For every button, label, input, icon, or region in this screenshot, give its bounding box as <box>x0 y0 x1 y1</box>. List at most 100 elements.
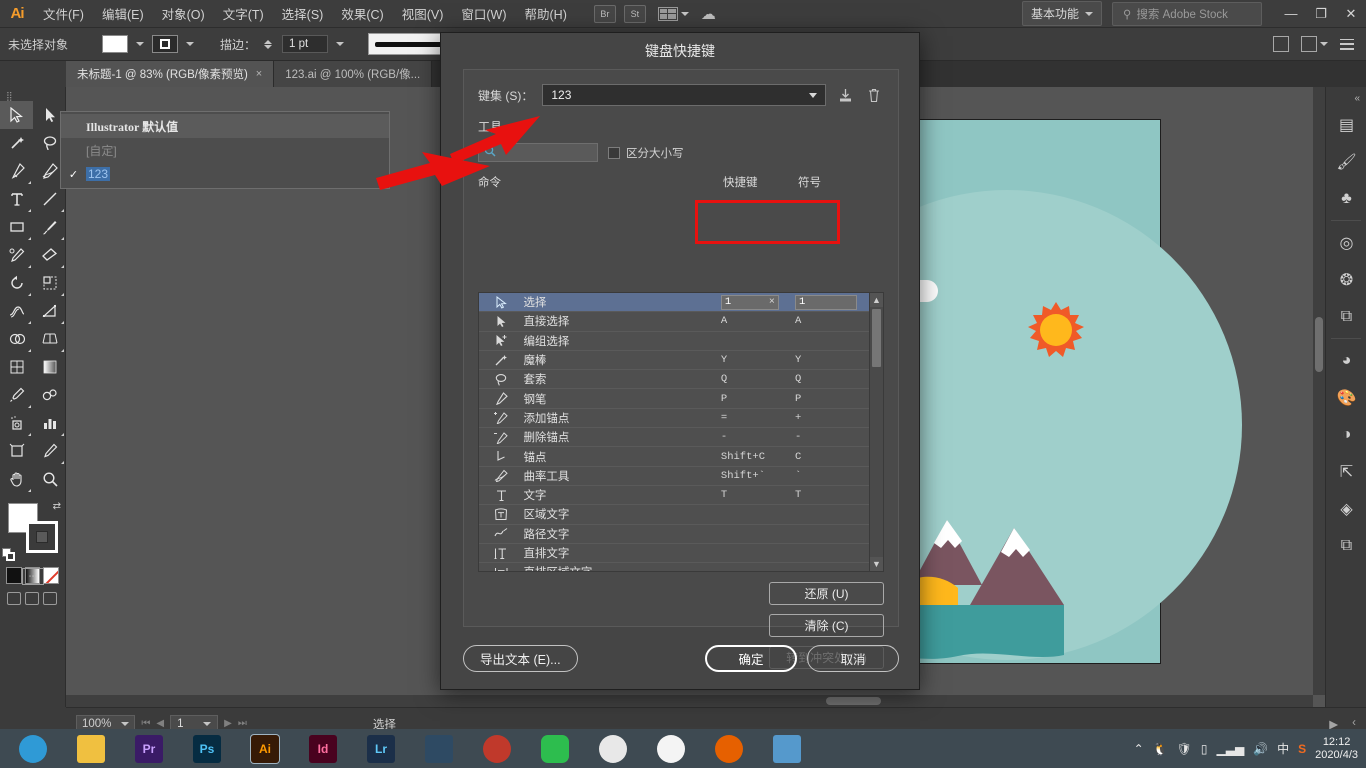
taskbar-item-illustrator[interactable]: Ai <box>236 729 294 768</box>
table-row[interactable]: 直排文字 <box>479 544 869 563</box>
artboard-nav-last[interactable]: ⏭ <box>238 718 247 729</box>
tool-slice[interactable] <box>33 437 66 465</box>
taskbar-item-wechat[interactable] <box>526 729 584 768</box>
tool-paintbrush[interactable] <box>33 213 66 241</box>
menu-edit[interactable]: 编辑(E) <box>93 0 153 27</box>
taskbar-item-premiere-pro[interactable]: Pr <box>120 729 178 768</box>
arrange-documents-button[interactable] <box>658 7 689 21</box>
artboard[interactable] <box>911 119 1161 664</box>
delete-keyset-icon[interactable] <box>864 85 884 105</box>
canvas-vertical-scrollbar[interactable] <box>1313 87 1325 695</box>
table-row[interactable]: 锚点 Shift+C C <box>479 447 869 466</box>
keyset-select[interactable]: 123 <box>542 84 826 106</box>
taskbar-item-color-app[interactable] <box>468 729 526 768</box>
undo-button[interactable]: 还原 (U) <box>769 582 884 605</box>
pathfinder-panel-icon[interactable]: ⧉ <box>1326 527 1366 564</box>
tool-shape-builder[interactable] <box>0 325 33 353</box>
sogou-icon[interactable]: S <box>1298 742 1306 756</box>
command-search-input[interactable] <box>478 143 598 162</box>
table-row[interactable]: 曲率工具 Shift+` ` <box>479 467 869 486</box>
scrollbar-thumb[interactable] <box>872 309 881 367</box>
tool-artboard[interactable] <box>0 437 33 465</box>
tool-scale[interactable] <box>33 269 66 297</box>
tool-rotate[interactable] <box>0 269 33 297</box>
tool-zoom[interactable] <box>33 465 66 493</box>
save-keyset-icon[interactable] <box>835 85 855 105</box>
screen-mode-fullscreen[interactable] <box>25 592 39 605</box>
menu-file[interactable]: 文件(F) <box>34 0 93 27</box>
tool-rectangle[interactable] <box>0 213 33 241</box>
document-setup-button[interactable] <box>1301 36 1328 52</box>
edit-toolbar-button[interactable]: ⋯ <box>22 568 44 585</box>
keyset-option-123[interactable]: ✓ 123 <box>61 162 389 186</box>
tool-selection[interactable] <box>0 101 33 129</box>
chevron-up-icon[interactable]: ⌃ <box>1134 742 1144 756</box>
table-row[interactable]: 编组选择 <box>479 332 869 351</box>
taskbar-item-lightroom[interactable]: Lr <box>352 729 410 768</box>
security-tray-icon[interactable]: 🛡 <box>1177 742 1192 756</box>
table-row[interactable]: 添加锚点 = + <box>479 409 869 428</box>
artboard-nav-first[interactable]: ⏮ <box>141 718 150 729</box>
list-vertical-scrollbar[interactable]: ▲ ▼ <box>869 293 883 571</box>
table-row[interactable]: 选择 1 × 1 <box>479 293 869 312</box>
scroll-up-icon[interactable]: ▲ <box>870 293 883 307</box>
clear-button[interactable]: 清除 (C) <box>769 614 884 637</box>
tab-untitled-1[interactable]: 未标题-1 @ 83% (RGB/像素预览) × <box>66 61 274 87</box>
layers-panel-icon[interactable]: ◈ <box>1326 490 1366 527</box>
swatches-panel-icon[interactable]: ❂ <box>1326 261 1366 298</box>
tab-123-ai[interactable]: 123.ai @ 100% (RGB/像... <box>274 61 432 87</box>
tool-width[interactable] <box>0 297 33 325</box>
menu-effect[interactable]: 效果(C) <box>332 0 392 27</box>
tool-shaper[interactable] <box>0 241 33 269</box>
screen-mode-normal[interactable] <box>7 592 21 605</box>
artboard-nav-next[interactable]: ▶ <box>224 718 232 729</box>
close-icon[interactable]: × <box>256 68 262 80</box>
taskbar-item-browser-edge[interactable] <box>4 729 62 768</box>
libraries-panel-icon[interactable]: ◎ <box>1326 224 1366 261</box>
taskbar-item-chrome[interactable] <box>642 729 700 768</box>
taskbar-item-app-blue[interactable] <box>758 729 816 768</box>
stock-button[interactable]: St <box>624 5 646 23</box>
restore-button[interactable]: ❐ <box>1306 0 1336 28</box>
shortcut-list[interactable]: 选择 1 × 1 <box>478 292 884 572</box>
toolbar-drag-handle[interactable]: ⣿ <box>0 91 65 101</box>
default-fill-stroke-icon[interactable] <box>2 548 15 561</box>
tool-pen[interactable] <box>0 157 33 185</box>
tool-symbol-sprayer[interactable] <box>0 409 33 437</box>
stroke-width-input[interactable]: 1 pt <box>282 35 328 53</box>
export-text-button[interactable]: 导出文本 (E)... <box>463 645 578 672</box>
shortcut-edit-field[interactable]: 1 × <box>721 295 795 310</box>
battery-icon[interactable]: ▯ <box>1201 742 1208 756</box>
artboards-panel-icon[interactable]: ⧉ <box>1326 298 1366 335</box>
symbols-panel-icon[interactable]: ♣ <box>1326 180 1366 217</box>
table-row[interactable]: 魔棒 Y Y <box>479 351 869 370</box>
none-button[interactable] <box>43 567 59 584</box>
tool-column-graph[interactable] <box>33 409 66 437</box>
brushes-panel-icon[interactable]: 🖌 <box>1326 143 1366 180</box>
chevron-down-icon[interactable] <box>136 42 144 46</box>
menu-select[interactable]: 选择(S) <box>273 0 333 27</box>
taskbar-item-indesign[interactable]: Id <box>294 729 352 768</box>
export-panel-icon[interactable]: ⇱ <box>1326 453 1366 490</box>
menu-view[interactable]: 视图(V) <box>393 0 453 27</box>
taskbar-item-qq[interactable] <box>584 729 642 768</box>
tool-perspective-grid[interactable] <box>33 325 66 353</box>
stroke-color-swatch[interactable] <box>152 35 178 53</box>
table-row[interactable]: 区域文字 <box>479 505 869 524</box>
scroll-down-icon[interactable]: ▼ <box>870 557 883 571</box>
tool-eraser[interactable] <box>33 241 66 269</box>
align-icon[interactable] <box>1273 36 1289 52</box>
menu-type[interactable]: 文字(T) <box>214 0 273 27</box>
color-guide-panel-icon[interactable]: ◑ <box>1326 416 1366 453</box>
taskbar-item-firefox[interactable] <box>700 729 758 768</box>
tool-magic-wand[interactable] <box>0 129 33 157</box>
tool-type[interactable] <box>0 185 33 213</box>
tool-hand[interactable] <box>0 465 33 493</box>
keyset-dropdown-list[interactable]: Illustrator 默认值 [自定] ✓ 123 <box>60 111 390 189</box>
table-row[interactable]: 文字 T T <box>479 486 869 505</box>
bridge-button[interactable]: Br <box>594 5 616 23</box>
table-row[interactable]: 删除锚点 - - <box>479 428 869 447</box>
symbol-edit-field[interactable]: 1 <box>795 295 869 310</box>
table-row[interactable]: 直接选择 A A <box>479 312 869 331</box>
network-icon[interactable]: ▁▃▅ <box>1217 742 1245 756</box>
